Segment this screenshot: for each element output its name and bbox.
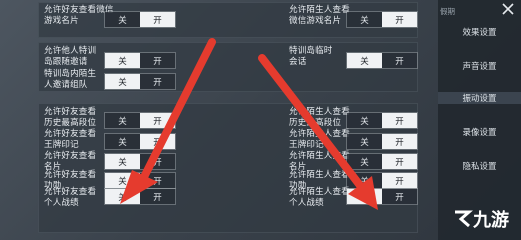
setting-label-r8: 允许好友查看 王牌印记 <box>44 129 97 150</box>
toggle-on-button[interactable]: 开 <box>140 74 175 89</box>
toggle-off-button[interactable]: 关 <box>105 53 140 68</box>
watermark: 九游 <box>451 206 509 232</box>
toggle-on-button[interactable]: 开 <box>382 189 417 204</box>
setting-label-r4: 特训岛临时 会话 <box>289 46 333 67</box>
toggle-on-button[interactable]: 开 <box>382 173 417 188</box>
settings-sidebar: 假期 效果设置 声音设置 振动设置 录像设置 隐私设置 <box>438 0 521 240</box>
toggle-off-button[interactable]: 关 <box>347 113 382 128</box>
setting-toggle-r3: 关开 <box>104 52 176 69</box>
sidebar-item-privacy[interactable]: 隐私设置 <box>438 160 521 172</box>
sidebar-item-recording[interactable]: 录像设置 <box>438 126 521 138</box>
toggle-off-button[interactable]: 关 <box>105 173 140 188</box>
setting-toggle-r12: 关开 <box>104 172 176 189</box>
setting-toggle-r1: 关开 <box>104 11 176 28</box>
watermark-text: 九游 <box>473 210 509 231</box>
setting-toggle-r15: 关开 <box>346 188 418 205</box>
toggle-off-button[interactable]: 关 <box>105 113 140 128</box>
setting-label-r3: 允许他人特训 岛跟随邀请 <box>44 46 97 67</box>
setting-label-r2: 允许陌生人查看 微信游戏名片 <box>289 5 350 26</box>
toggle-on-button[interactable]: 开 <box>382 12 417 27</box>
toggle-on-button[interactable]: 开 <box>140 154 175 169</box>
setting-toggle-r14: 关开 <box>104 188 176 205</box>
toggle-off-button[interactable]: 关 <box>347 12 382 27</box>
setting-label-r6: 允许好友查看 历史最高段位 <box>44 107 97 128</box>
setting-toggle-r5: 关开 <box>104 73 176 90</box>
setting-toggle-r10: 关开 <box>104 153 176 170</box>
toggle-off-button[interactable]: 关 <box>347 173 382 188</box>
toggle-on-button[interactable]: 开 <box>140 134 175 149</box>
toggle-off-button[interactable]: 关 <box>105 154 140 169</box>
toggle-on-button[interactable]: 开 <box>140 189 175 204</box>
logo-icon <box>455 210 473 228</box>
setting-toggle-r7: 关开 <box>346 112 418 129</box>
toggle-off-button[interactable]: 关 <box>347 189 382 204</box>
setting-toggle-r9: 关开 <box>346 133 418 150</box>
setting-label-r15: 允许陌生人查看 个人战绩 <box>289 187 350 208</box>
setting-label-r7: 允许陌生人查看 历史最高段位 <box>289 107 350 128</box>
toggle-off-button[interactable]: 关 <box>105 74 140 89</box>
close-icon[interactable] <box>501 2 515 16</box>
setting-toggle-r4: 关开 <box>346 52 418 69</box>
toggle-on-button[interactable]: 开 <box>140 53 175 68</box>
setting-label-r9: 允许陌生人查看 王牌印记 <box>289 129 350 150</box>
sidebar-item-sound[interactable]: 声音设置 <box>438 60 521 72</box>
toggle-on-button[interactable]: 开 <box>140 113 175 128</box>
setting-toggle-r2: 关开 <box>346 11 418 28</box>
sidebar-item-effects[interactable]: 效果设置 <box>438 26 521 38</box>
sidebar-item-vibration[interactable]: 振动设置 <box>438 92 521 104</box>
setting-toggle-r6: 关开 <box>104 112 176 129</box>
setting-label-r14: 允许好友查看 个人战绩 <box>44 187 97 208</box>
toggle-on-button[interactable]: 开 <box>140 12 175 27</box>
toggle-on-button[interactable]: 开 <box>382 113 417 128</box>
setting-toggle-r13: 关开 <box>346 172 418 189</box>
toggle-on-button[interactable]: 开 <box>382 154 417 169</box>
setting-label-r5: 特训岛内陌生 人邀请组队 <box>44 69 97 90</box>
toggle-off-button[interactable]: 关 <box>105 12 140 27</box>
sidebar-top-text: 假期 <box>440 7 455 16</box>
toggle-off-button[interactable]: 关 <box>347 53 382 68</box>
setting-toggle-r8: 关开 <box>104 133 176 150</box>
toggle-off-button[interactable]: 关 <box>347 154 382 169</box>
toggle-on-button[interactable]: 开 <box>140 173 175 188</box>
setting-toggle-r11: 关开 <box>346 153 418 170</box>
toggle-on-button[interactable]: 开 <box>382 53 417 68</box>
toggle-off-button[interactable]: 关 <box>105 189 140 204</box>
toggle-on-button[interactable]: 开 <box>382 134 417 149</box>
toggle-off-button[interactable]: 关 <box>105 134 140 149</box>
toggle-off-button[interactable]: 关 <box>347 134 382 149</box>
